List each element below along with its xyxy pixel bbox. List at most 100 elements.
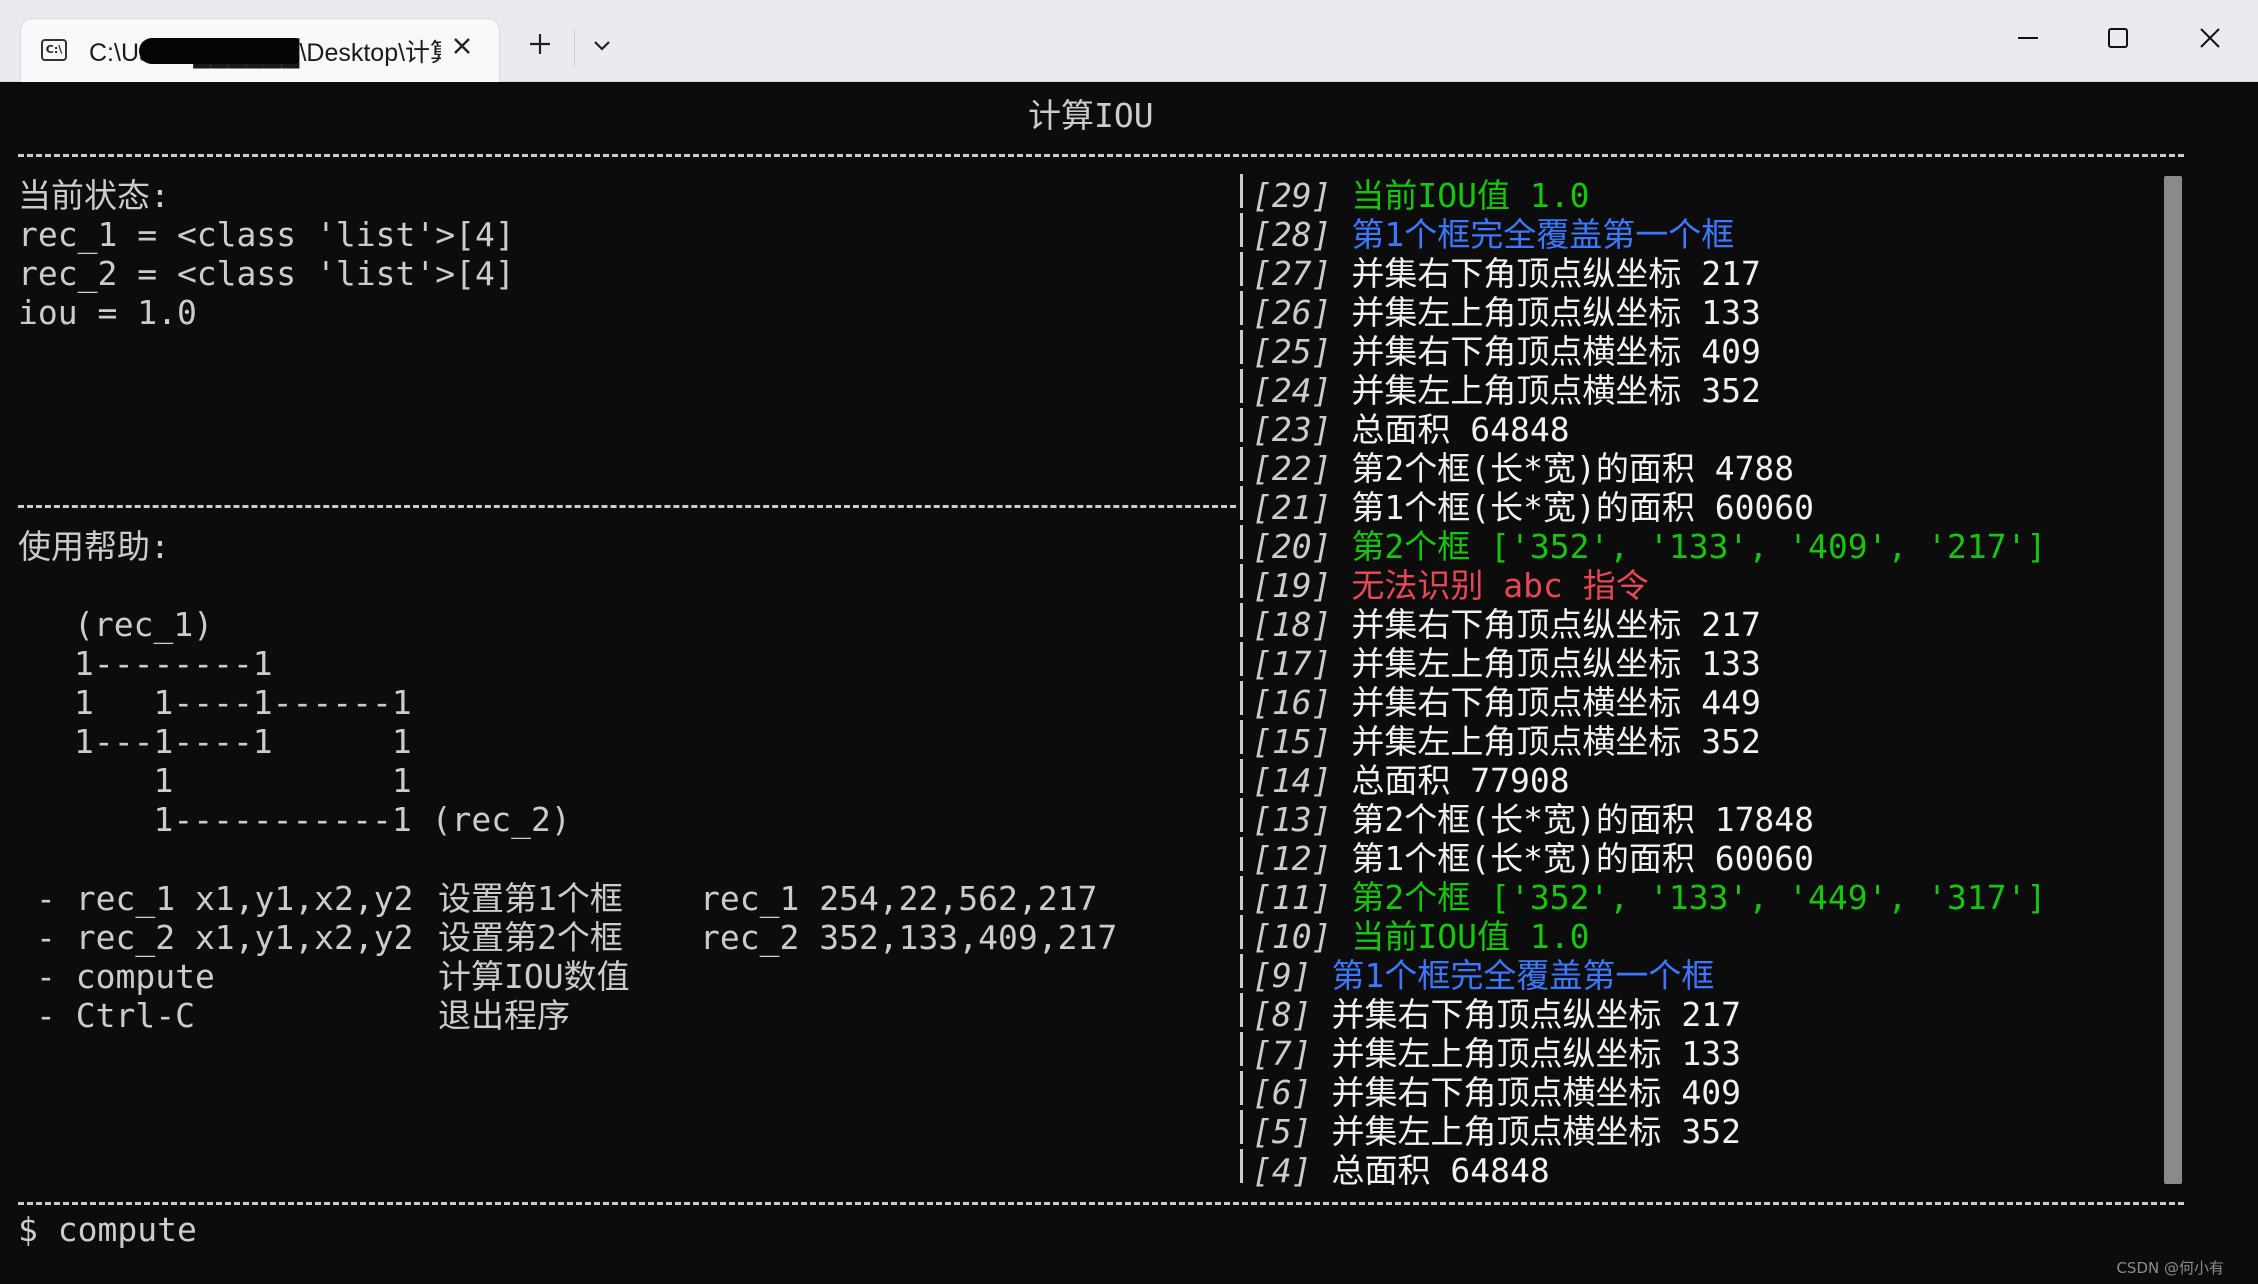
help-command: - Ctrl-C [36,996,195,1035]
log-entry: [18] 并集右下角顶点纵坐标 217 [1252,605,1761,644]
log-index: [13] [1252,800,1332,839]
log-message: 当前IOU值 1.0 [1351,176,1590,215]
log-entry: [23] 总面积 64848 [1252,410,1570,449]
close-tab-icon[interactable] [441,25,483,67]
log-message: 并集左上角顶点横坐标 352 [1351,371,1761,410]
log-message: 当前IOU值 1.0 [1351,917,1590,956]
log-message: 并集右下角顶点纵坐标 217 [1331,995,1741,1034]
log-index: [21] [1252,488,1332,527]
chevron-down-icon[interactable] [582,26,622,66]
close-window-button[interactable] [2186,14,2234,62]
log-entry: [22] 第2个框(长*宽)的面积 4788 [1252,449,1794,488]
help-diagram-line: 1-----------1 (rec_2) [74,800,571,839]
log-message: 并集左上角顶点纵坐标 133 [1351,644,1761,683]
prompt-symbol: $ [18,1210,38,1249]
status-line: rec_1 = <class 'list'>[4] [18,215,515,254]
help-command-desc: 设置第1个框 [438,879,623,918]
divider-top [18,154,2184,157]
log-message: 第2个框 ['352', '133', '449', '317'] [1351,878,2047,917]
log-entry: [26] 并集左上角顶点纵坐标 133 [1252,293,1761,332]
log-entry: [17] 并集左上角顶点纵坐标 133 [1252,644,1761,683]
log-index: [28] [1252,215,1332,254]
log-index: [12] [1252,839,1332,878]
log-message: 并集右下角顶点纵坐标 217 [1351,605,1761,644]
log-entry: [16] 并集右下角顶点横坐标 449 [1252,683,1761,722]
log-message: 总面积 77908 [1351,761,1570,800]
divider-mid [18,505,1236,508]
prompt-input[interactable]: compute [58,1210,197,1249]
log-message: 总面积 64848 [1331,1151,1550,1190]
help-diagram-line: 1---1----1 1 [74,722,412,761]
help-command: - rec_2 x1,y1,x2,y2 [36,918,414,957]
log-index: [4] [1252,1151,1312,1190]
log-index: [29] [1252,176,1332,215]
maximize-button[interactable] [2094,14,2142,62]
log-entry: [12] 第1个框(长*宽)的面积 60060 [1252,839,1814,878]
help-command: - rec_1 x1,y1,x2,y2 [36,879,414,918]
log-message: 并集左上角顶点纵坐标 133 [1351,293,1761,332]
log-entry: [24] 并集左上角顶点横坐标 352 [1252,371,1761,410]
log-message: 第2个框 ['352', '133', '409', '217'] [1351,527,2047,566]
panel-separator [1240,174,1243,1184]
new-tab-button[interactable] [520,24,560,64]
log-index: [16] [1252,683,1332,722]
log-index: [9] [1252,956,1312,995]
scrollbar[interactable] [2164,176,2182,1184]
log-index: [7] [1252,1034,1312,1073]
log-entry: [8] 并集右下角顶点纵坐标 217 [1252,995,1741,1034]
log-index: [22] [1252,449,1332,488]
log-message: 并集右下角顶点纵坐标 217 [1351,254,1761,293]
minimize-button[interactable] [2004,14,2052,62]
log-index: [26] [1252,293,1332,332]
divider [574,30,575,66]
terminal-icon: C:\ [41,39,67,61]
log-message: 总面积 64848 [1351,410,1570,449]
terminal-area[interactable]: 计算IOU 当前状态: rec_1 = <class 'list'>[4] rec_… [0,82,2258,1284]
status-line: rec_2 = <class 'list'>[4] [18,254,515,293]
log-entry: [7] 并集左上角顶点纵坐标 133 [1252,1034,1741,1073]
redaction-mask [139,38,299,64]
log-message: 第1个框完全覆盖第一个框 [1351,215,1735,254]
log-message: 并集左上角顶点横坐标 352 [1351,722,1761,761]
divider-bottom [18,1202,2184,1205]
log-message: 无法识别 abc 指令 [1351,566,1649,605]
log-index: [23] [1252,410,1332,449]
log-index: [5] [1252,1112,1312,1151]
log-entry: [11] 第2个框 ['352', '133', '449', '317'] [1252,878,2046,917]
help-diagram-line: 1--------1 [74,644,273,683]
help-command-desc: 设置第2个框 [438,918,623,957]
log-entry: [21] 第1个框(长*宽)的面积 60060 [1252,488,1814,527]
log-entry: [4] 总面积 64848 [1252,1151,1550,1190]
log-entry: [15] 并集左上角顶点横坐标 352 [1252,722,1761,761]
terminal-tab[interactable]: C:\ C:\Users\██████\Desktop\计算 [20,18,500,82]
help-command-example: rec_1 254,22,562,217 [700,879,1098,918]
watermark: CSDN @何小有 [2116,1259,2224,1277]
log-index: [15] [1252,722,1332,761]
log-index: [20] [1252,527,1332,566]
log-index: [19] [1252,566,1332,605]
help-diagram-line: 1 1----1------1 [74,683,412,722]
log-entry: [14] 总面积 77908 [1252,761,1570,800]
log-message: 第1个框(长*宽)的面积 60060 [1351,839,1815,878]
log-index: [14] [1252,761,1332,800]
command-prompt[interactable]: $ compute [18,1210,197,1249]
help-command-example: rec_2 352,133,409,217 [700,918,1118,957]
log-entry: [25] 并集右下角顶点横坐标 409 [1252,332,1761,371]
log-entry: [5] 并集左上角顶点横坐标 352 [1252,1112,1741,1151]
log-index: [27] [1252,254,1332,293]
log-entry: [10] 当前IOU值 1.0 [1252,917,1589,956]
log-index: [18] [1252,605,1332,644]
help-command-desc: 计算IOU数值 [438,957,630,996]
help-command: - compute [36,957,215,996]
help-diagram-line: 1 1 [74,761,412,800]
log-message: 并集左上角顶点纵坐标 133 [1331,1034,1741,1073]
log-message: 并集左上角顶点横坐标 352 [1331,1112,1741,1151]
log-entry: [28] 第1个框完全覆盖第一个框 [1252,215,1734,254]
log-entry: [13] 第2个框(长*宽)的面积 17848 [1252,800,1814,839]
help-command-desc: 退出程序 [438,996,570,1035]
log-index: [24] [1252,371,1332,410]
log-index: [6] [1252,1073,1312,1112]
log-entry: [20] 第2个框 ['352', '133', '409', '217'] [1252,527,2046,566]
log-message: 第2个框(长*宽)的面积 17848 [1351,800,1815,839]
log-entry: [29] 当前IOU值 1.0 [1252,176,1589,215]
